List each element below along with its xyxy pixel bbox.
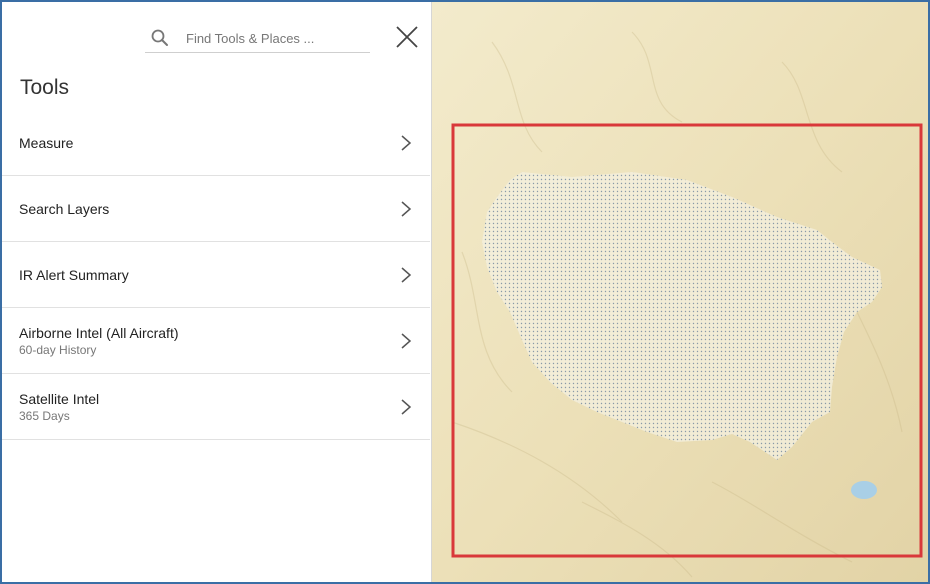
chevron-right-icon <box>401 398 412 415</box>
tool-list: Measure Search Layers IR Alert Summary A… <box>2 110 430 440</box>
map-canvas[interactable] <box>432 2 928 582</box>
close-icon[interactable] <box>392 22 422 52</box>
lake <box>851 481 877 499</box>
tool-item-airborne-intel[interactable]: Airborne Intel (All Aircraft) 60-day His… <box>2 308 430 374</box>
tool-name: IR Alert Summary <box>19 266 129 283</box>
tool-item-measure[interactable]: Measure <box>2 110 430 176</box>
chevron-right-icon <box>401 266 412 283</box>
chevron-right-icon <box>401 134 412 151</box>
tool-subtitle: 60-day History <box>19 342 97 357</box>
tool-name: Satellite Intel <box>19 390 100 407</box>
tool-item-ir-alert-summary[interactable]: IR Alert Summary <box>2 242 430 308</box>
chevron-right-icon <box>401 332 412 349</box>
search-input[interactable] <box>184 29 363 47</box>
tool-subtitle: 365 Days <box>19 408 70 423</box>
tool-item-search-layers[interactable]: Search Layers <box>2 176 430 242</box>
chevron-right-icon <box>401 200 412 217</box>
tool-item-satellite-intel[interactable]: Satellite Intel 365 Days <box>2 374 430 440</box>
search-bar <box>145 24 370 53</box>
tools-panel: Tools Measure Search Layers IR Alert Sum… <box>2 2 432 582</box>
tool-name: Airborne Intel (All Aircraft) <box>19 324 179 341</box>
tool-name: Measure <box>19 134 74 151</box>
search-icon[interactable] <box>148 26 172 50</box>
tool-name: Search Layers <box>19 200 110 217</box>
map-view[interactable] <box>432 2 928 582</box>
panel-title: Tools <box>20 76 70 99</box>
